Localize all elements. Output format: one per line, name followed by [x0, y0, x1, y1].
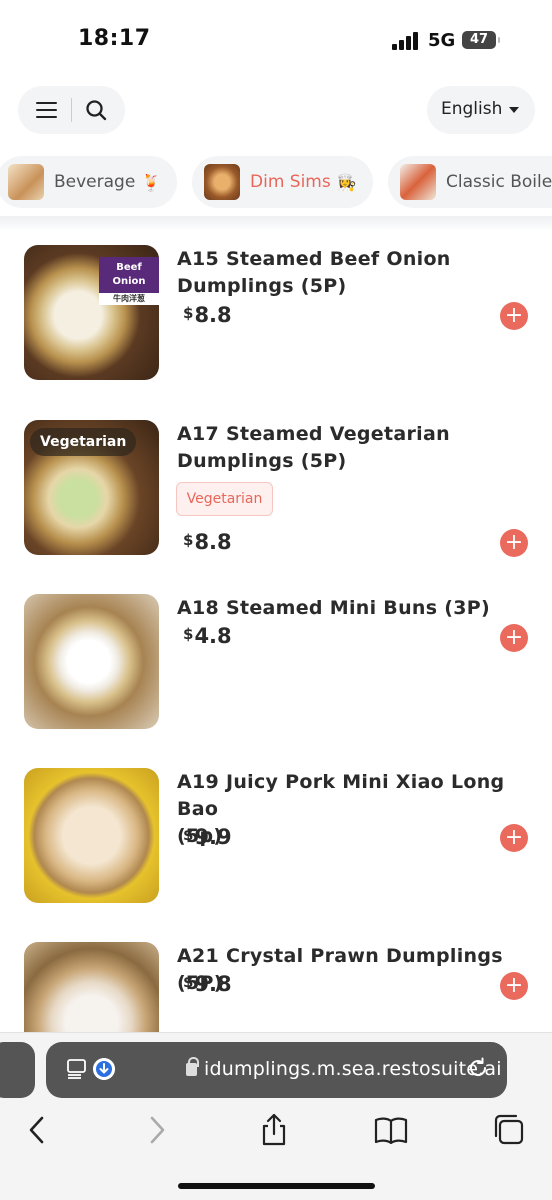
bookmarks-icon[interactable]	[373, 1112, 409, 1148]
category-thumbnail	[204, 164, 240, 200]
language-label: English	[441, 99, 503, 119]
forward-icon[interactable]	[140, 1112, 176, 1148]
dish-image	[24, 942, 159, 1042]
lock-icon	[186, 1057, 199, 1076]
category-thumbnail	[400, 164, 436, 200]
reader-icon[interactable]	[67, 1059, 89, 1079]
header-actions	[18, 86, 125, 134]
search-icon[interactable]	[84, 98, 108, 122]
image-badge: Beef Onion 牛肉洋葱	[99, 257, 159, 305]
divider	[71, 98, 72, 122]
previous-tab-preview[interactable]	[0, 1042, 35, 1098]
item-price: $9.8	[183, 972, 232, 996]
add-to-cart-button[interactable]: +	[500, 624, 528, 652]
category-tab-dim-sims[interactable]: Dim Sims 👩‍🍳	[192, 156, 373, 208]
menu-icon[interactable]	[36, 100, 58, 120]
category-thumbnail	[8, 164, 44, 200]
dietary-tag: Vegetarian	[176, 482, 273, 516]
tabs-shadow	[0, 216, 552, 232]
cocktail-icon: 🍹	[141, 172, 162, 192]
item-price: $4.8	[183, 624, 232, 648]
status-bar: 18:17 5G 47	[0, 0, 552, 80]
item-price: $8.8	[183, 303, 232, 327]
category-tabs: Beverage 🍹 Dim Sims 👩‍🍳 Classic Boile	[0, 156, 552, 210]
download-icon[interactable]	[93, 1058, 115, 1080]
language-selector[interactable]: English	[427, 86, 535, 134]
address-bar[interactable]: idumplings.m.sea.restosuite.ai	[46, 1042, 507, 1098]
item-name: A17 Steamed Vegetarian Dumplings (5P)	[177, 423, 450, 472]
status-time: 18:17	[78, 26, 151, 51]
add-to-cart-button[interactable]: +	[500, 529, 528, 557]
item-price: $8.8	[183, 530, 232, 554]
network-label: 5G	[428, 30, 456, 51]
reload-icon[interactable]	[466, 1056, 490, 1080]
add-to-cart-button[interactable]: +	[500, 824, 528, 852]
image-badge: Vegetarian	[30, 428, 137, 456]
dish-image	[24, 594, 159, 729]
caret-down-icon	[509, 107, 519, 113]
back-icon[interactable]	[20, 1112, 56, 1148]
add-to-cart-button[interactable]: +	[500, 302, 528, 330]
item-name: A18 Steamed Mini Buns (3P)	[177, 597, 490, 619]
item-name: A15 Steamed Beef Onion Dumplings (5P)	[177, 248, 451, 297]
category-tab-beverage[interactable]: Beverage 🍹	[0, 156, 177, 208]
chef-icon: 👩‍🍳	[336, 172, 357, 192]
dish-image: Beef Onion 牛肉洋葱	[24, 245, 159, 380]
category-label: Classic Boile	[446, 172, 552, 192]
dish-image: Vegetarian	[24, 420, 159, 555]
item-price: $9.9	[183, 825, 232, 849]
signal-icon	[392, 32, 420, 50]
home-indicator	[178, 1183, 375, 1189]
tabs-icon[interactable]	[492, 1112, 528, 1148]
category-tab-classic-boiled[interactable]: Classic Boile	[388, 156, 552, 208]
share-icon[interactable]	[256, 1112, 292, 1148]
category-label: Beverage	[54, 172, 136, 192]
url-text: idumplings.m.sea.restosuite.ai	[204, 1058, 502, 1080]
add-to-cart-button[interactable]: +	[500, 972, 528, 1000]
battery-icon: 47	[462, 31, 500, 49]
dish-image	[24, 768, 159, 903]
category-label: Dim Sims	[250, 172, 331, 192]
